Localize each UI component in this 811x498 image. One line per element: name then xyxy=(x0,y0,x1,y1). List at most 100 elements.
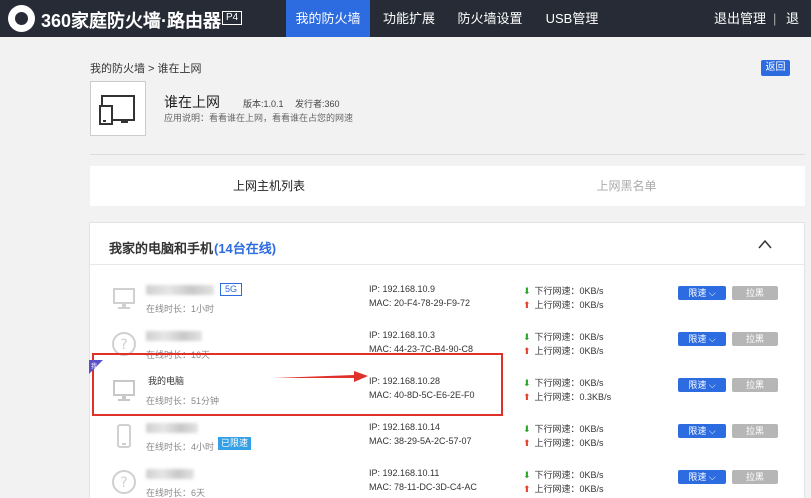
device-row: 5G 在线时长：1小时 IP: 192.168.10.9 MAC: 20-F4-… xyxy=(90,276,804,322)
up-arrow-icon: ⬆ xyxy=(523,300,531,310)
top-navigation-bar: 360家庭防火墙·路由器 P4 我的防火墙 功能扩展 防火墙设置 USB管理 退… xyxy=(0,0,811,37)
device-mac: MAC: 38-29-5A-2C-57-07 xyxy=(369,436,472,446)
limit-speed-dropdown[interactable]: 限速 ⌵ xyxy=(678,286,726,300)
limit-speed-dropdown[interactable]: 限速 ⌵ xyxy=(678,378,726,392)
blacklist-button[interactable]: 拉黑 xyxy=(732,470,778,484)
tab-usb-management[interactable]: USB管理 xyxy=(540,0,604,37)
app-version: 版本:1.0.1 xyxy=(243,99,284,109)
tab-my-firewall[interactable]: 我的防火墙 xyxy=(286,0,370,37)
breadcrumb[interactable]: 我的防火墙 > 谁在上网 xyxy=(90,60,202,76)
online-duration: 在线时长：4小时 xyxy=(146,442,215,452)
limit-speed-dropdown[interactable]: 限速 ⌵ xyxy=(678,424,726,438)
limit-label: 限速 xyxy=(688,288,707,298)
download-speed-text: 下行网速：0KB/s xyxy=(534,378,604,388)
up-arrow-icon: ⬆ xyxy=(523,346,531,356)
tab-blacklist[interactable]: 上网黑名单 xyxy=(448,166,805,206)
logout-link[interactable]: 退出管理 xyxy=(714,0,766,37)
upload-speed-text: 上行网速：0KB/s xyxy=(534,438,604,448)
online-duration: 在线时长：1小时 xyxy=(146,304,215,314)
down-arrow-icon: ⬇ xyxy=(523,286,531,296)
phone-icon xyxy=(117,424,131,448)
upload-speed: ⬆ 上行网速：0KB/s xyxy=(523,344,604,357)
up-arrow-icon: ⬆ xyxy=(523,392,531,402)
chevron-down-icon: ⌵ xyxy=(708,380,716,390)
chevron-up-icon[interactable] xyxy=(757,237,773,251)
monitor-phone-icon xyxy=(99,95,135,125)
app-publisher: 发行者:360 xyxy=(295,99,340,109)
down-arrow-icon: ⬇ xyxy=(523,378,531,388)
limit-speed-dropdown[interactable]: 限速 ⌵ xyxy=(678,470,726,484)
device-ip: IP: 192.168.10.3 xyxy=(369,330,436,340)
download-speed: ⬇ 下行网速：0KB/s xyxy=(523,376,604,389)
download-speed-text: 下行网速：0KB/s xyxy=(534,332,604,342)
limit-speed-dropdown[interactable]: 限速 ⌵ xyxy=(678,332,726,346)
chevron-down-icon: ⌵ xyxy=(708,288,716,298)
app-description: 应用说明：看看谁在上网，看看谁在占您的网速 xyxy=(164,113,354,123)
blacklist-button[interactable]: 拉黑 xyxy=(732,332,778,346)
online-duration: 在线时长：6天 xyxy=(146,488,206,498)
model-badge: P4 xyxy=(222,11,243,25)
blacklist-button[interactable]: 拉黑 xyxy=(732,286,778,300)
upload-speed-text: 上行网速：0KB/s xyxy=(534,300,604,310)
limit-label: 限速 xyxy=(688,334,707,344)
360-logo-icon xyxy=(8,5,35,32)
back-button[interactable]: 返回 xyxy=(761,60,790,76)
device-mac: MAC: 20-F4-78-29-F9-72 xyxy=(369,298,471,308)
app-title: 谁在上网 xyxy=(164,94,220,110)
limit-label: 限速 xyxy=(688,472,707,482)
device-ip: IP: 192.168.10.11 xyxy=(369,468,440,478)
online-count: (14台在线) xyxy=(214,241,277,256)
self-device-badge: 我 xyxy=(89,360,103,374)
up-arrow-icon: ⬆ xyxy=(523,438,531,448)
band-tag: 5G xyxy=(220,283,243,296)
down-arrow-icon: ⬇ xyxy=(523,424,531,434)
download-speed: ⬇ 下行网速：0KB/s xyxy=(523,468,604,481)
tab-firewall-settings[interactable]: 防火墙设置 xyxy=(452,0,528,37)
exit-link[interactable]: 退 xyxy=(786,0,799,37)
unknown-device-icon: ? xyxy=(112,470,136,494)
limit-label: 限速 xyxy=(688,426,707,436)
download-speed-text: 下行网速：0KB/s xyxy=(534,470,604,480)
upload-speed: ⬆ 上行网速：0KB/s xyxy=(523,298,604,311)
desktop-icon xyxy=(113,288,135,309)
down-arrow-icon: ⬇ xyxy=(523,332,531,342)
blacklist-button[interactable]: 拉黑 xyxy=(732,378,778,392)
upload-speed: ⬆ 上行网速：0KB/s xyxy=(523,482,604,495)
svg-text:?: ? xyxy=(120,337,127,353)
header-divider xyxy=(90,154,805,155)
tab-host-list[interactable]: 上网主机列表 xyxy=(90,166,448,206)
download-speed: ⬇ 下行网速：0KB/s xyxy=(523,284,604,297)
download-speed: ⬇ 下行网速：0KB/s xyxy=(523,330,604,343)
limit-label: 限速 xyxy=(688,380,707,390)
blurred-device-name xyxy=(146,469,194,479)
down-arrow-icon: ⬇ xyxy=(523,470,531,480)
chevron-down-icon: ⌵ xyxy=(708,426,716,436)
svg-text:?: ? xyxy=(120,475,127,491)
chevron-down-icon: ⌵ xyxy=(708,472,716,482)
upload-speed: ⬆ 上行网速：0KB/s xyxy=(523,436,604,449)
topbar-separator: | xyxy=(773,11,777,26)
list-tabs: 上网主机列表 上网黑名单 xyxy=(90,166,805,206)
device-ip: IP: 192.168.10.9 xyxy=(369,284,436,294)
device-row: ? 在线时长：6天 IP: 192.168.10.11 MAC: 78-11-D… xyxy=(90,460,804,498)
upload-speed: ⬆ 上行网速：0.3KB/s xyxy=(523,390,611,403)
download-speed-text: 下行网速：0KB/s xyxy=(534,286,604,296)
upload-speed-text: 上行网速：0KB/s xyxy=(534,484,604,494)
self-badge-text: 我 xyxy=(91,362,97,370)
chevron-down-icon: ⌵ xyxy=(708,334,716,344)
device-row: 在线时长：4小时 已限速 IP: 192.168.10.14 MAC: 38-2… xyxy=(90,414,804,460)
annotation-arrow-icon xyxy=(274,371,368,382)
devices-section-title: 我家的电脑和手机 xyxy=(109,241,214,256)
highlight-box xyxy=(92,353,503,416)
blacklist-button[interactable]: 拉黑 xyxy=(732,424,778,438)
app-icon xyxy=(90,81,146,136)
tab-extensions[interactable]: 功能扩展 xyxy=(376,0,442,37)
download-speed: ⬇ 下行网速：0KB/s xyxy=(523,422,604,435)
speed-limited-tag: 已限速 xyxy=(218,437,252,450)
up-arrow-icon: ⬆ xyxy=(523,484,531,494)
device-mac: MAC: 78-11-DC-3D-C4-AC xyxy=(369,482,477,492)
blurred-device-name xyxy=(146,423,198,433)
device-ip: IP: 192.168.10.14 xyxy=(369,422,441,432)
upload-speed-text: 上行网速：0KB/s xyxy=(534,346,604,356)
blurred-device-name xyxy=(146,285,214,295)
